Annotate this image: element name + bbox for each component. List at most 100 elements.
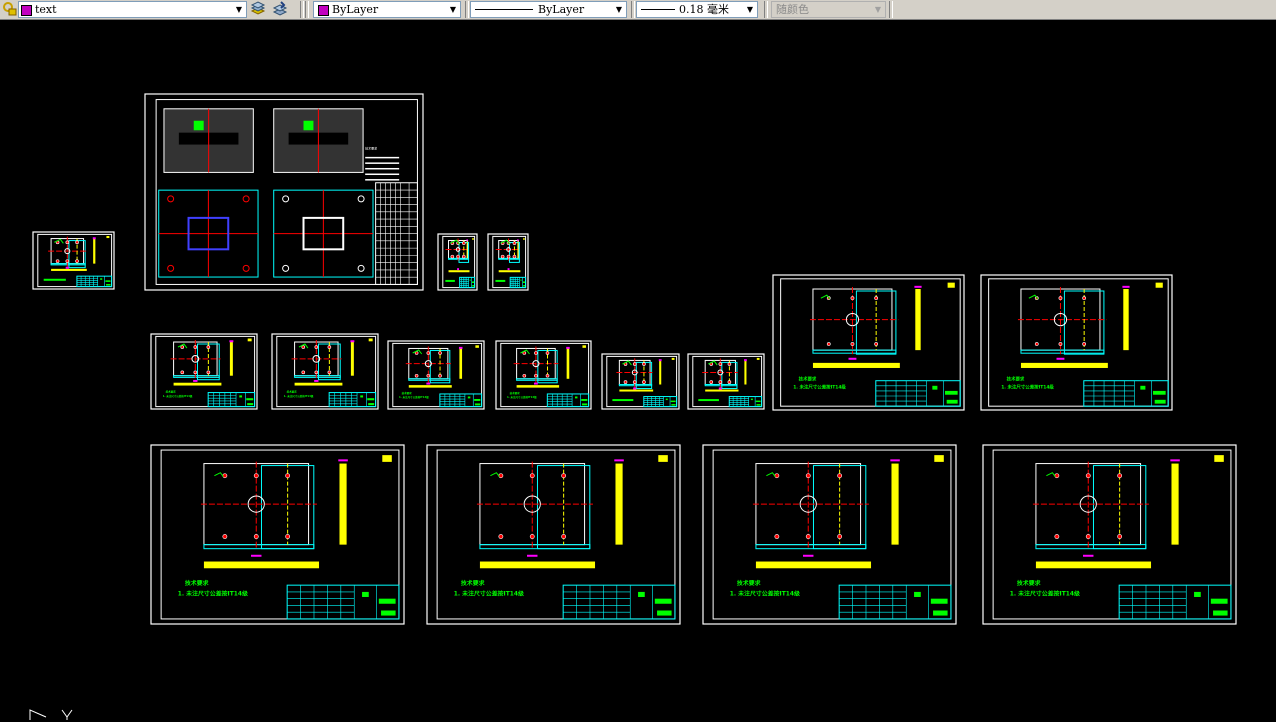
sheet-outer-frame xyxy=(387,340,485,410)
screw-hole xyxy=(456,254,460,259)
lineweight-sample xyxy=(641,9,675,10)
color-value: ByLayer xyxy=(332,3,379,16)
roughness-symbol xyxy=(472,237,474,240)
layer-dropdown[interactable]: text ▼ xyxy=(18,1,247,18)
screw-hole xyxy=(65,259,70,263)
note-line xyxy=(365,167,400,170)
screw-hole xyxy=(1054,534,1060,539)
screw-hole xyxy=(253,473,259,479)
side-section-hatch xyxy=(915,289,921,351)
roughness-symbol xyxy=(947,282,955,288)
note-line xyxy=(365,173,400,176)
note-line xyxy=(445,279,455,282)
bolt-hole xyxy=(167,264,175,272)
drawing-sheet[interactable] xyxy=(32,231,115,290)
dimension-mark xyxy=(426,382,431,385)
screw-hole xyxy=(414,373,419,378)
screw-hole xyxy=(314,345,319,349)
layer-previous-icon[interactable] xyxy=(272,1,288,17)
side-section-hatch xyxy=(659,360,662,385)
screw-hole xyxy=(301,370,306,375)
drawing-sheet[interactable]: 技术要求1. 未注尺寸公差按IT14级 xyxy=(982,444,1237,625)
side-section-hatch xyxy=(566,348,570,379)
title-mark xyxy=(246,398,254,401)
drawing-sheet[interactable]: 技术要求1. 未注尺寸公差按IT14级 xyxy=(271,333,379,410)
toolbar-separator xyxy=(465,1,469,18)
drawing-sheet[interactable]: 技术要求1. 未注尺寸公差按IT14级 xyxy=(150,333,258,410)
dimension-mark xyxy=(803,554,814,557)
color-dropdown[interactable]: ByLayer ▼ xyxy=(313,1,461,18)
screw-hole xyxy=(632,380,637,384)
bottom-section-hatch xyxy=(448,270,470,273)
title-mark xyxy=(638,591,645,597)
title-mark xyxy=(1210,598,1228,604)
title-mark xyxy=(368,403,375,406)
dimension-mark xyxy=(350,340,355,343)
drawing-sheet[interactable] xyxy=(601,353,680,410)
title-mark xyxy=(750,398,753,401)
screw-hole xyxy=(837,473,843,479)
step-outline xyxy=(1020,349,1105,354)
screw-hole xyxy=(285,534,291,539)
screw-hole xyxy=(874,296,879,301)
drawing-sheet[interactable]: 技术要求 xyxy=(144,93,424,291)
layer-state-icon[interactable] xyxy=(2,1,18,17)
title-mark xyxy=(933,610,948,616)
dimension-mark xyxy=(1056,357,1065,360)
drawing-sheet[interactable]: 技术要求1. 未注尺寸公差按IT14级 xyxy=(702,444,957,625)
screw-hole xyxy=(498,473,504,479)
drawing-sheet[interactable]: 技术要求1. 未注尺寸公差按IT14级 xyxy=(980,274,1173,411)
bottom-section-hatch xyxy=(1020,362,1108,368)
screw-hole xyxy=(874,342,879,346)
tech-requirements-note: 1. 未注尺寸公差按IT14级 xyxy=(1001,383,1054,390)
side-section-hatch xyxy=(1171,463,1179,545)
dimension-mark xyxy=(890,459,900,462)
note-line xyxy=(365,156,400,159)
screw-hole xyxy=(709,380,714,384)
screw-hole xyxy=(65,240,70,245)
step-outline xyxy=(173,375,220,378)
drawing-canvas[interactable]: 技术要求技术要求1. 未注尺寸公差按IT14级技术要求1. 未注尺寸公差按IT1… xyxy=(0,21,1276,720)
tech-requirements-note: 1. 未注尺寸公差按IT14级 xyxy=(730,589,800,597)
linetype-dropdown[interactable]: ByLayer ▼ xyxy=(470,1,627,18)
screw-hole xyxy=(718,380,723,384)
drawing-sheet[interactable] xyxy=(487,233,529,291)
plotstyle-dropdown: 随颜色 ▼ xyxy=(771,1,886,18)
title-mark xyxy=(1154,399,1166,404)
tech-requirements: 技术要求 xyxy=(365,145,377,150)
note-line xyxy=(698,399,719,402)
drawing-sheet[interactable]: 技术要求1. 未注尺寸公差按IT14级 xyxy=(150,444,405,625)
bottom-section-hatch xyxy=(1035,561,1152,569)
drawing-sheet[interactable] xyxy=(437,233,478,291)
properties-toolbar: text ▼ ByLayer ▼ ByLayer ▼ 0.18 毫米 ▼ 随颜色… xyxy=(0,0,1276,20)
screw-hole xyxy=(426,351,431,355)
note-line xyxy=(43,278,66,281)
drawing-sheet[interactable]: 技术要求1. 未注尺寸公差按IT14级 xyxy=(426,444,681,625)
tech-requirements-note: 1. 未注尺寸公差按IT14级 xyxy=(163,394,193,398)
drawing-sheet[interactable]: 技术要求1. 未注尺寸公差按IT14级 xyxy=(387,340,485,410)
roughness-symbol xyxy=(1155,282,1163,288)
title-mark xyxy=(362,591,369,597)
dimension-mark xyxy=(614,459,624,462)
dimension-mark xyxy=(1170,459,1180,462)
dimension-mark xyxy=(517,239,519,242)
drawing-sheet[interactable]: 技术要求1. 未注尺寸公差按IT14级 xyxy=(772,274,965,411)
roughness-symbol xyxy=(382,455,392,462)
title-mark xyxy=(367,398,375,401)
tech-requirements-note: 1. 未注尺寸公差按IT14级 xyxy=(1010,589,1080,597)
side-section-hatch xyxy=(466,240,468,259)
screw-hole xyxy=(623,380,628,384)
side-section-hatch xyxy=(517,240,519,259)
screw-hole xyxy=(75,240,79,245)
title-mark xyxy=(360,395,364,398)
drawing-sheet[interactable]: 技术要求1. 未注尺寸公差按IT14级 xyxy=(495,340,592,410)
screw-hole xyxy=(534,351,538,355)
roughness-symbol xyxy=(658,455,668,462)
dimension-mark xyxy=(533,382,538,385)
drawing-sheet[interactable] xyxy=(687,353,765,410)
title-mark xyxy=(581,403,588,406)
step-outline xyxy=(203,544,315,550)
make-current-layer-icon[interactable] xyxy=(250,1,266,17)
lineweight-dropdown[interactable]: 0.18 毫米 ▼ xyxy=(636,1,758,18)
screw-hole xyxy=(545,351,550,355)
